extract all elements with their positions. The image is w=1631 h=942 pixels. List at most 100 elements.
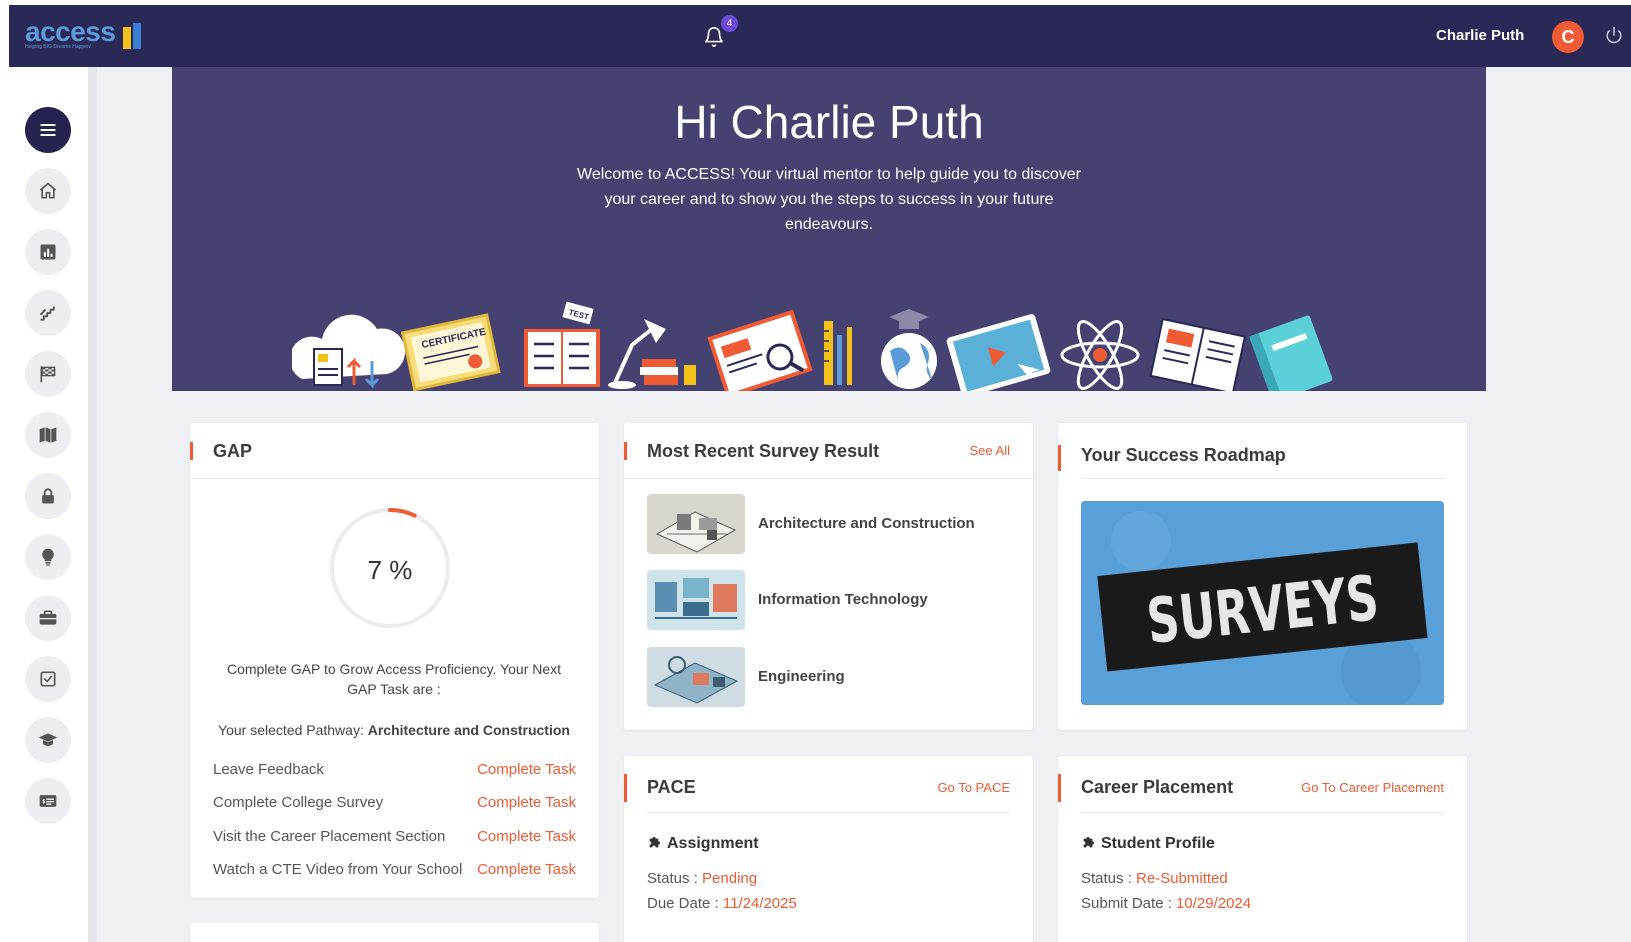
gap-next-card (190, 923, 599, 942)
lock-icon (42, 488, 54, 504)
notebook-icon (1249, 315, 1333, 391)
hero-banner: Hi Charlie Puth Welcome to ACCESS! Your … (172, 67, 1486, 391)
notification-badge: 4 (721, 15, 738, 32)
pace-status: Status : Pending (647, 870, 757, 887)
sidebar-item-goals[interactable] (25, 351, 71, 397)
go-to-pace-link[interactable]: Go To PACE (938, 780, 1011, 795)
checkbox-icon (40, 671, 56, 687)
gap-card: GAP 7 % Complete GAP to Grow Access Prof… (190, 423, 599, 898)
career-submit-date: Submit Date : 10/29/2024 (1081, 895, 1251, 912)
avatar[interactable]: C (1552, 21, 1584, 53)
due-date-value: 11/24/2025 (722, 895, 797, 912)
status-value: Re-Submitted (1136, 870, 1228, 887)
certificate-icon: CERTIFICATE (400, 313, 501, 391)
sidebar-item-roadmap[interactable] (25, 412, 71, 458)
puzzle-icon (649, 837, 660, 848)
see-all-link[interactable]: See All (970, 443, 1010, 458)
complete-task-link[interactable]: Complete Task (477, 828, 576, 845)
card-divider (624, 478, 1033, 479)
power-icon[interactable] (1605, 26, 1623, 44)
sidebar-menu-button[interactable] (25, 107, 71, 153)
chart-icon (40, 244, 56, 260)
gap-progress-value: 7 % (367, 555, 413, 585)
card-divider (1081, 478, 1444, 479)
submit-date-value: 10/29/2024 (1176, 895, 1252, 912)
card-accent (624, 774, 627, 802)
cloud-icon (292, 314, 406, 389)
complete-task-link[interactable]: Complete Task (477, 794, 576, 811)
id-card-icon: $ (39, 795, 57, 807)
sidebar-item-locked[interactable] (25, 473, 71, 519)
gap-pathway: Your selected Pathway: Architecture and … (214, 720, 574, 740)
survey-result-item[interactable]: Information Technology (647, 570, 1017, 630)
sidebar-item-id-card[interactable]: $ (25, 778, 71, 824)
card-accent (190, 442, 193, 460)
student-profile-heading: Student Profile (1081, 834, 1215, 853)
task-name: Visit the Career Placement Section (213, 828, 446, 845)
open-book-icon (1149, 317, 1247, 391)
complete-task-link[interactable]: Complete Task (477, 861, 576, 878)
sidebar-edge (88, 67, 97, 942)
surveys-banner-image[interactable]: SURVEYS (1081, 501, 1444, 705)
submit-date-label: Submit Date : (1081, 895, 1177, 912)
logo-text: access (25, 16, 116, 47)
puzzle-icon (1083, 837, 1094, 848)
pace-title: PACE (647, 777, 696, 797)
card-divider (1081, 812, 1444, 813)
pencils-icon (824, 321, 852, 385)
card-divider (190, 478, 599, 479)
card-accent (1058, 774, 1061, 802)
gap-task-row: Complete College Survey Complete Task (213, 794, 576, 814)
survey-result-item[interactable]: Engineering (647, 647, 1017, 707)
pace-card: PACE Go To PACE Assignment Status : Pend… (624, 756, 1033, 942)
logo-mark-icon (123, 23, 143, 49)
complete-task-link[interactable]: Complete Task (477, 761, 576, 778)
sidebar-item-reports[interactable] (25, 229, 71, 275)
sidebar-item-home[interactable] (25, 168, 71, 214)
home-icon (39, 182, 57, 199)
browser-icon (707, 309, 813, 391)
sidebar-item-steps[interactable] (25, 290, 71, 336)
pace-due-date: Due Date : 11/24/2025 (647, 895, 797, 912)
due-date-label: Due Date : (647, 895, 723, 912)
sidebar-item-ideas[interactable] (25, 534, 71, 580)
status-label: Status : (1081, 870, 1137, 887)
survey-card: Most Recent Survey Result See All Archit… (624, 423, 1033, 730)
sidebar-item-tasks[interactable] (25, 656, 71, 702)
survey-title: Most Recent Survey Result (647, 441, 880, 461)
architecture-thumbnail (647, 494, 745, 554)
survey-result-label: Engineering (758, 668, 845, 685)
go-to-career-placement-link[interactable]: Go To Career Placement (1301, 780, 1444, 795)
assignment-label: Assignment (667, 835, 759, 852)
roadmap-card: Your Success Roadmap SURVEYS (1058, 423, 1467, 730)
svg-text:$: $ (42, 799, 46, 805)
lamp-icon (608, 319, 696, 389)
stairs-icon (39, 306, 55, 321)
top-navbar: access Helping BIG Dreams Happen! 4 Char… (9, 5, 1631, 67)
it-thumbnail (647, 570, 745, 630)
task-name: Leave Feedback (213, 761, 324, 778)
status-value: Pending (702, 870, 758, 887)
assignment-heading: Assignment (647, 834, 759, 853)
gap-title: GAP (213, 441, 253, 461)
sidebar-item-education[interactable] (25, 717, 71, 763)
sidebar-item-careers[interactable] (25, 595, 71, 641)
globe-icon (881, 309, 937, 389)
pathway-name: Architecture and Construction (367, 722, 570, 738)
bell-icon[interactable] (703, 25, 725, 49)
gap-task-row: Visit the Career Placement Section Compl… (213, 828, 576, 848)
career-status: Status : Re-Submitted (1081, 870, 1228, 887)
survey-result-label: Information Technology (758, 591, 928, 608)
career-placement-title: Career Placement (1081, 777, 1234, 797)
survey-result-label: Architecture and Construction (758, 515, 975, 532)
video-tablet-icon (946, 314, 1051, 391)
user-name[interactable]: Charlie Puth (1436, 27, 1524, 44)
access-logo[interactable]: access Helping BIG Dreams Happen! (25, 16, 141, 50)
pathway-prefix: Your selected Pathway: (218, 722, 368, 738)
briefcase-icon (39, 610, 57, 625)
card-accent (1058, 445, 1061, 471)
student-profile-label: Student Profile (1101, 835, 1215, 852)
flag-icon (40, 366, 56, 383)
survey-result-item[interactable]: Architecture and Construction (647, 494, 1017, 554)
gap-description: Complete GAP to Grow Access Proficiency.… (226, 661, 562, 697)
